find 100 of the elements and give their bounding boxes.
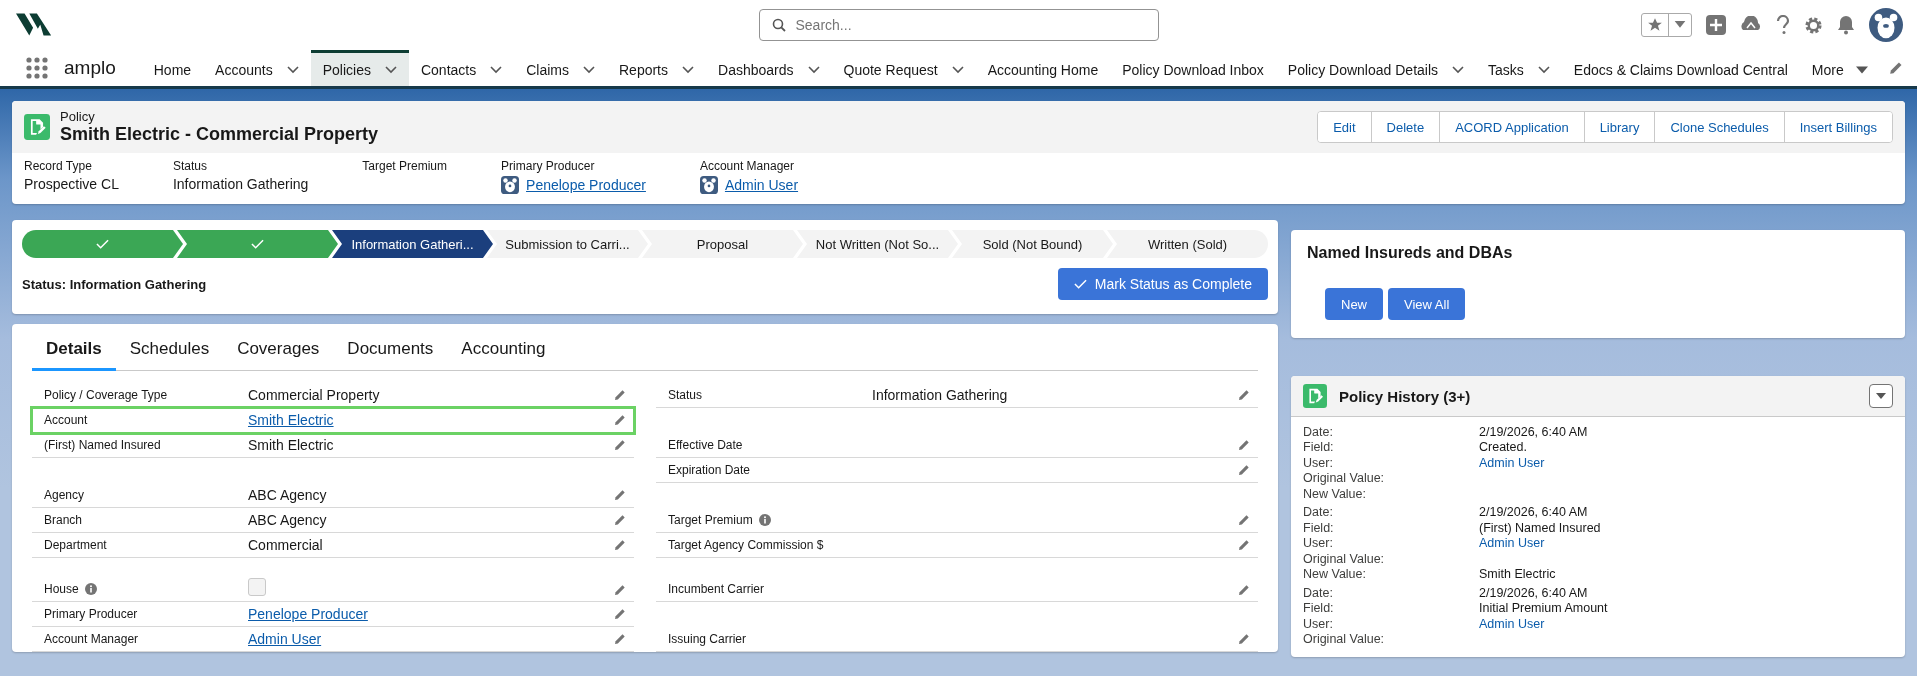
pencil-icon[interactable] (1889, 61, 1903, 75)
pencil-icon[interactable] (1238, 539, 1250, 551)
pencil-icon[interactable] (614, 608, 626, 620)
card-button[interactable]: View All (1388, 288, 1466, 320)
field-label: Expiration Date (668, 463, 751, 477)
nav-tab[interactable]: Accounting Home (975, 50, 1111, 86)
history-label: Field: (1303, 601, 1335, 616)
path-stage[interactable]: Sold (Not Bound) (952, 230, 1113, 258)
nav-tab[interactable]: Tasks (1476, 50, 1562, 86)
history-value: Smith Electric (1479, 567, 1556, 582)
notifications-icon[interactable] (1837, 15, 1855, 35)
check-icon (96, 239, 109, 249)
field-label: Primary Producer (44, 607, 138, 621)
more-menu[interactable]: More (1799, 50, 1880, 86)
pencil-icon[interactable] (614, 439, 626, 451)
nav-tab[interactable]: Policy Download Inbox (1110, 50, 1276, 86)
field-value: ABC Agency (248, 487, 328, 503)
pencil-icon[interactable] (1238, 389, 1250, 401)
history-label: New Value: (1303, 567, 1367, 582)
nav-tab[interactable]: Home (141, 50, 204, 86)
search-field[interactable]: Search... (758, 9, 1159, 41)
history-label: Original Value: (1303, 471, 1386, 486)
pencil-icon[interactable] (614, 514, 626, 526)
nav-tab[interactable]: Contacts (408, 50, 515, 86)
path-stage[interactable]: Information Gatheri... (332, 230, 493, 258)
nav-tab[interactable]: Quote Request (831, 50, 976, 86)
mark-complete-button[interactable]: Mark Status as Complete (1057, 268, 1268, 300)
path-stage[interactable] (22, 230, 183, 258)
status-text: Status: Information Gathering (22, 276, 207, 292)
action-button[interactable]: Insert Billings (1783, 112, 1892, 142)
nav-tab[interactable]: Claims (514, 50, 607, 86)
highlight-value: Information Gathering (172, 176, 309, 192)
user-link[interactable]: Penelope Producer (526, 177, 646, 193)
tab[interactable]: Details (32, 324, 116, 371)
history-label: User: (1303, 455, 1334, 470)
pencil-icon[interactable] (1238, 514, 1250, 526)
nav-tab[interactable]: Reports (607, 50, 706, 86)
path-stage[interactable]: Submission to Carri... (487, 230, 648, 258)
pencil-icon[interactable] (1238, 439, 1250, 451)
user-link[interactable]: Admin User (724, 177, 799, 193)
nav-tab[interactable]: Accounts (203, 50, 311, 86)
field-label: Account Manager (44, 632, 139, 646)
tab[interactable]: Accounting (447, 324, 560, 371)
tab[interactable]: Schedules (115, 324, 224, 371)
favorites-button[interactable] (1641, 13, 1692, 37)
field-label: Incumbent Carrier (668, 582, 765, 596)
tab[interactable]: Coverages (223, 324, 334, 371)
app-launcher-icon[interactable] (26, 57, 48, 79)
avatar-icon[interactable] (1869, 8, 1903, 42)
path-stage[interactable] (177, 230, 338, 258)
pencil-icon[interactable] (614, 489, 626, 501)
history-value: Created. (1479, 440, 1527, 455)
path-stage[interactable]: Proposal (642, 230, 803, 258)
pencil-icon[interactable] (614, 539, 626, 551)
pencil-icon[interactable] (614, 389, 626, 401)
pencil-icon[interactable] (1238, 633, 1250, 645)
history-label: Date: (1303, 424, 1334, 439)
highlight-label: Record Type (24, 159, 93, 173)
history-value: (First) Named Insured (1479, 520, 1601, 535)
path-stage[interactable]: Not Written (Not So... (797, 230, 958, 258)
user-link[interactable]: Admin User (1479, 536, 1545, 551)
nav-tab[interactable]: Edocs & Claims Download Central (1561, 50, 1800, 86)
field-label: Agency (44, 488, 85, 502)
card-button[interactable]: New (1325, 288, 1383, 320)
field-link[interactable]: Smith Electric (248, 412, 334, 428)
pencil-icon[interactable] (1238, 584, 1250, 596)
record-title: Smith Electric - Commercial Property (60, 124, 379, 145)
dropdown-button[interactable] (1869, 384, 1893, 408)
nav-tab[interactable]: Dashboards (706, 50, 832, 86)
tab[interactable]: Documents (333, 324, 448, 371)
path-stage[interactable]: Written (Sold) (1107, 230, 1268, 258)
history-label: Original Value: (1303, 551, 1386, 566)
pencil-icon[interactable] (614, 414, 626, 426)
field-label: Department (44, 538, 107, 552)
user-link[interactable]: Admin User (1479, 616, 1545, 631)
field-label: Policy / Coverage Type (44, 388, 168, 402)
pencil-icon[interactable] (614, 633, 626, 645)
app-name: amplo (64, 57, 116, 79)
user-link[interactable]: Admin User (1479, 455, 1545, 470)
nav-tab[interactable]: Policy Download Details (1275, 50, 1477, 86)
plus-icon[interactable] (1706, 15, 1726, 35)
nav-tab[interactable]: Policies (310, 50, 409, 86)
field-value: ABC Agency (248, 512, 328, 528)
help-icon[interactable] (1776, 15, 1790, 35)
document-icon (1303, 384, 1327, 408)
history-label: User: (1303, 536, 1334, 551)
user-avatar-icon (501, 176, 520, 194)
field-label: Target Premium (668, 513, 753, 527)
settings-icon[interactable] (1804, 15, 1823, 35)
checkbox[interactable] (248, 578, 266, 596)
pencil-icon[interactable] (614, 584, 626, 596)
highlight-label: Primary Producer (501, 159, 596, 173)
history-value: 2/19/2026, 6:40 AM (1479, 424, 1588, 439)
field-label: (First) Named Insured (44, 438, 161, 452)
search-input[interactable]: Search... (793, 16, 1146, 34)
pencil-icon[interactable] (1238, 464, 1250, 476)
field-value: Information Gathering (872, 387, 1009, 403)
field-link[interactable]: Penelope Producer (248, 606, 368, 622)
history-label: Date: (1303, 505, 1334, 520)
field-link[interactable]: Admin User (248, 631, 322, 647)
